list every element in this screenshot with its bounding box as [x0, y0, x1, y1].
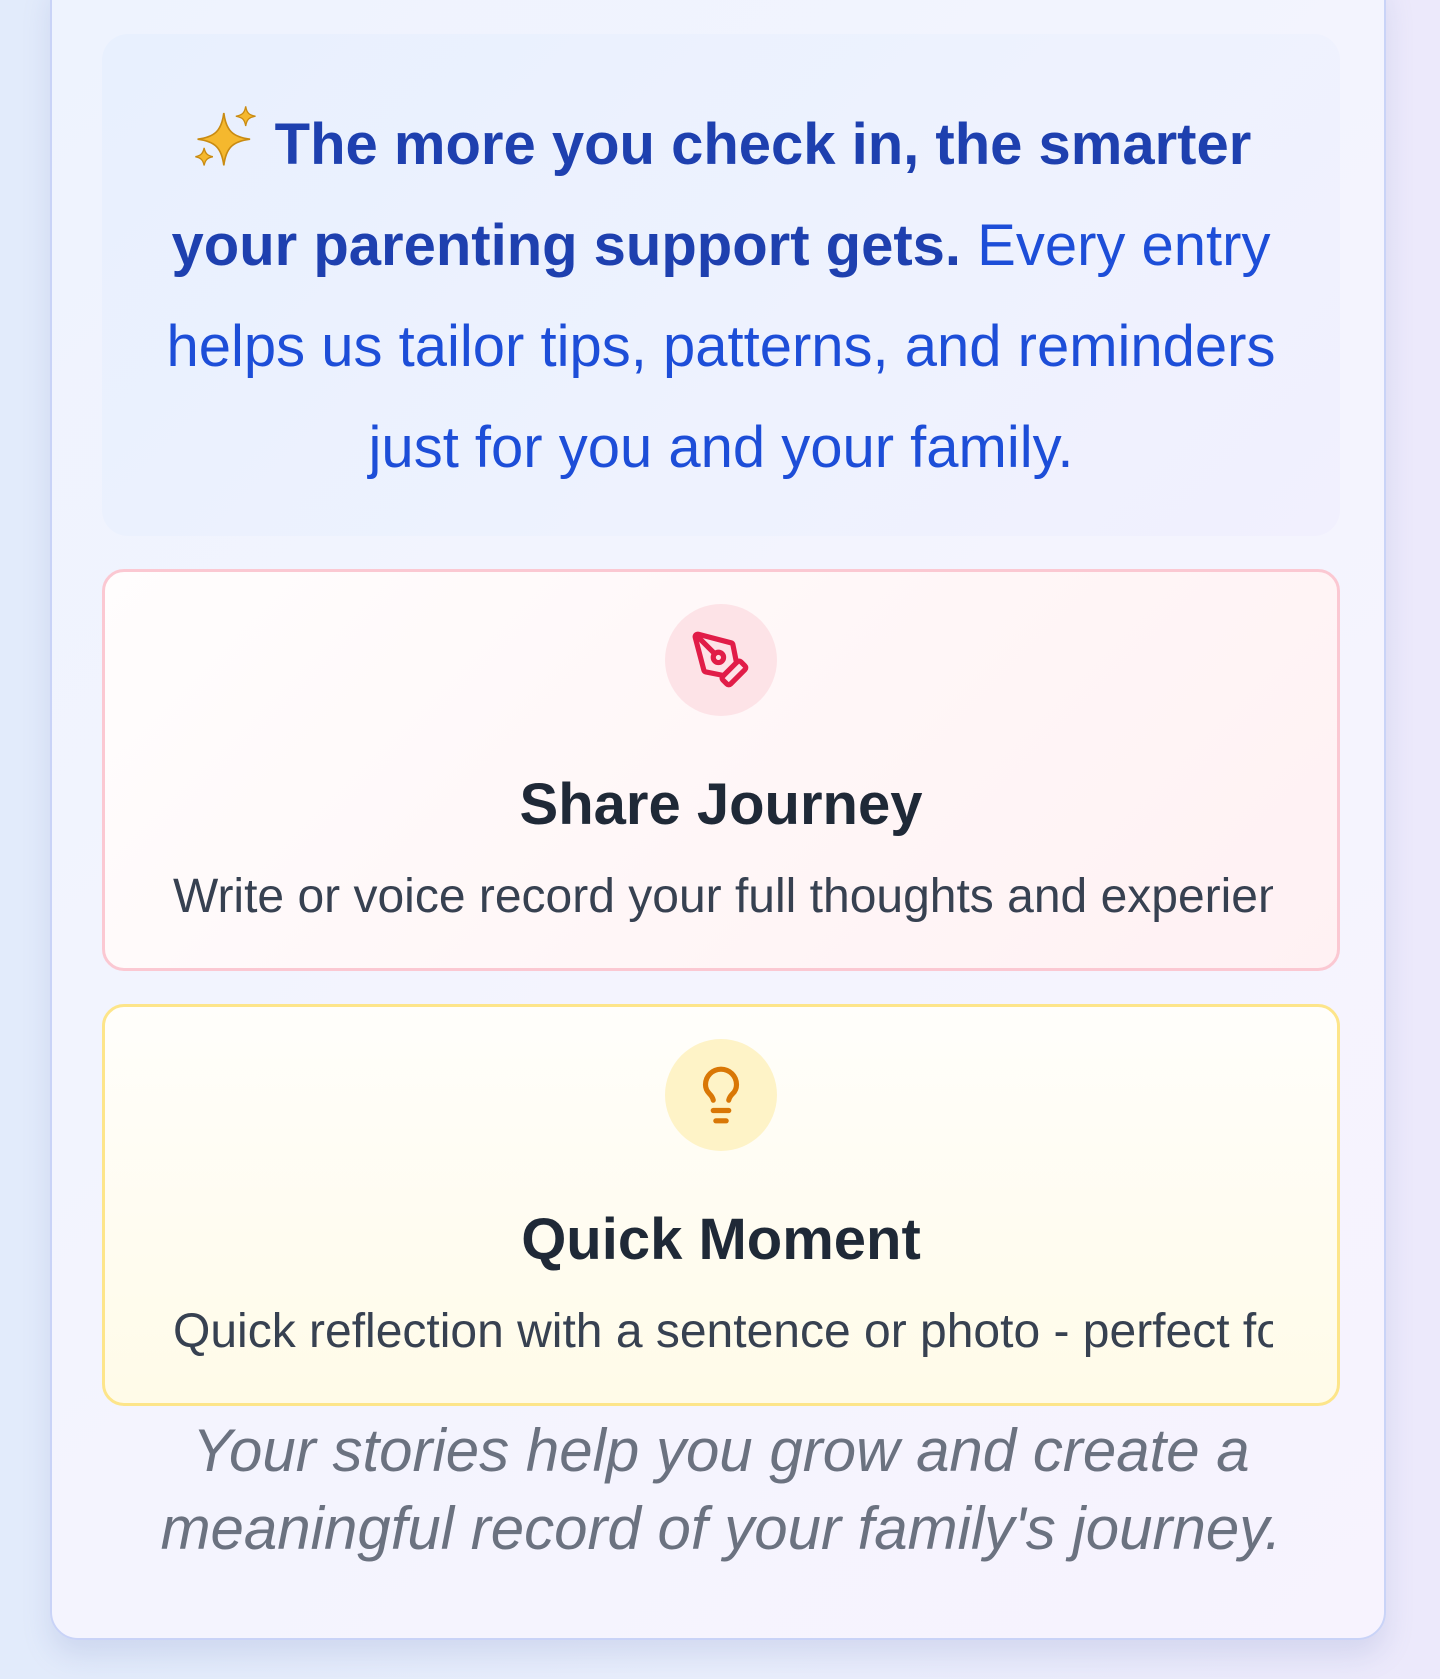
pen-tool-icon: [692, 631, 749, 688]
share-journey-option[interactable]: Share Journey Write or voice record your…: [102, 569, 1340, 971]
quick-moment-option[interactable]: Quick Moment Quick reflection with a sen…: [102, 1004, 1340, 1406]
check-in-card: The more you check in, the smarter your …: [50, 0, 1386, 1640]
share-journey-description: Write or voice record your full thoughts…: [173, 870, 1273, 923]
footer-note: Your stories help you grow and create a …: [160, 1417, 1282, 1562]
info-banner: The more you check in, the smarter your …: [102, 34, 1340, 536]
quick-moment-description: Quick reflection with a sentence or phot…: [173, 1305, 1273, 1358]
quick-moment-title: Quick Moment: [521, 1207, 921, 1272]
sparkles-icon: [191, 102, 261, 172]
share-journey-title: Share Journey: [519, 772, 923, 837]
lightbulb-icon: [702, 1066, 740, 1124]
share-journey-icon-badge: [665, 604, 777, 716]
quick-moment-icon-badge: [665, 1039, 777, 1151]
